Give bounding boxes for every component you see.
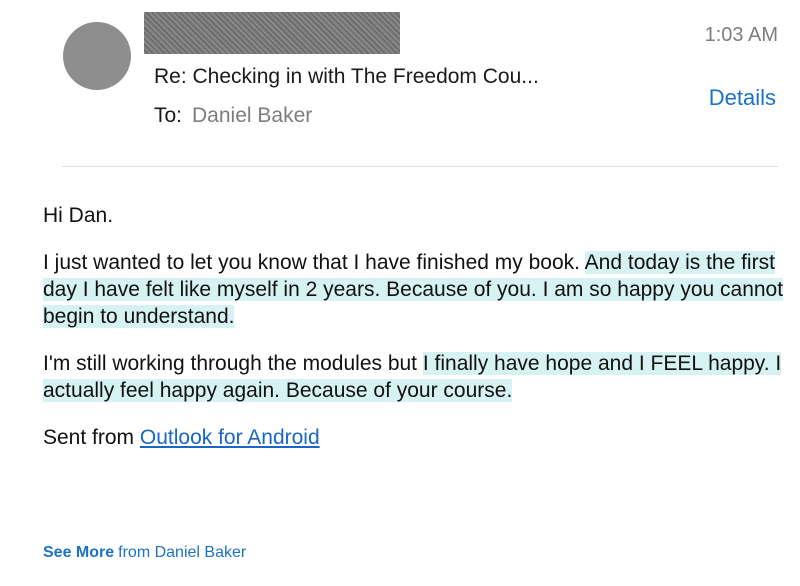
email-body: Hi Dan. I just wanted to let you know th… bbox=[43, 202, 795, 471]
email-timestamp: 1:03 AM bbox=[704, 24, 778, 46]
signature: Sent from Outlook for Android bbox=[43, 424, 795, 451]
details-button[interactable]: Details bbox=[709, 85, 776, 111]
paragraph-2-text: I'm still working through the modules bu… bbox=[43, 352, 423, 375]
recipient-name[interactable]: Daniel Baker bbox=[192, 104, 312, 127]
outlook-android-link[interactable]: Outlook for Android bbox=[140, 426, 320, 449]
sender-avatar bbox=[63, 22, 131, 90]
to-label: To: bbox=[154, 104, 183, 127]
body-paragraph-2: I'm still working through the modules bu… bbox=[43, 350, 795, 404]
greeting: Hi Dan. bbox=[43, 204, 114, 227]
see-more-row: See More from Daniel Baker bbox=[43, 544, 246, 562]
signature-prefix: Sent from bbox=[43, 426, 140, 449]
paragraph-1-text: I just wanted to let you know that I hav… bbox=[43, 251, 585, 274]
email-subject: Re: Checking in with The Freedom Cou... bbox=[154, 65, 539, 88]
see-more-from: from Daniel Baker bbox=[118, 544, 247, 561]
body-paragraph-1: I just wanted to let you know that I hav… bbox=[43, 249, 795, 330]
recipient-row: To: Daniel Baker bbox=[154, 104, 312, 128]
header-divider bbox=[62, 166, 778, 167]
sender-name-redacted bbox=[144, 12, 400, 54]
see-more-link[interactable]: See More bbox=[43, 544, 114, 561]
